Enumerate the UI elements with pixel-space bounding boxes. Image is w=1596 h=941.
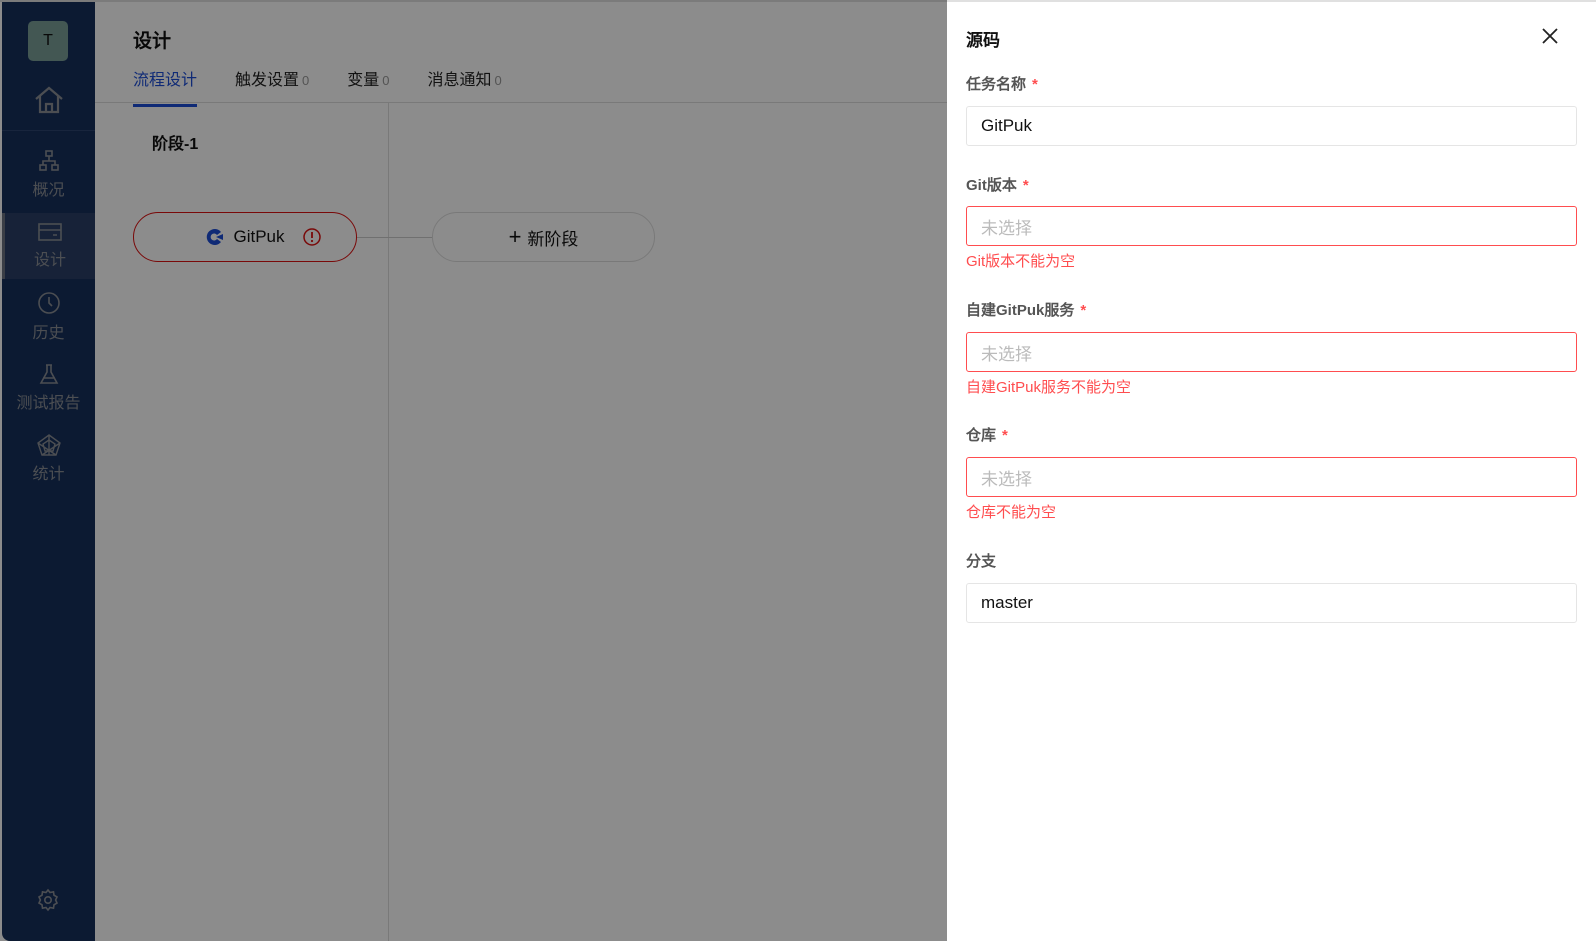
field-label-gitpuk-server: 自建GitPuk服务 * (966, 299, 1086, 320)
required-mark: * (1002, 427, 1008, 444)
modal-mask[interactable] (0, 0, 947, 941)
label-text: 任务名称 (966, 76, 1027, 93)
source-drawer: 源码 任务名称 * GitPuk Git版本 * 未选择 Git版本不能为空 自建G… (947, 2, 1596, 941)
field-label-branch: 分支 (966, 550, 996, 571)
label-text: Git版本 (966, 177, 1017, 194)
gitpuk-server-select[interactable]: 未选择 (966, 332, 1577, 372)
label-text: 仓库 (966, 427, 997, 444)
required-mark: * (1080, 302, 1087, 319)
repository-select[interactable]: 未选择 (966, 457, 1577, 497)
field-label-repository: 仓库 * (966, 424, 1008, 445)
required-mark: * (1032, 76, 1038, 93)
repository-error: 仓库不能为空 (966, 504, 1057, 521)
field-label-task-name: 任务名称 * (966, 73, 1038, 94)
task-name-input[interactable]: GitPuk (966, 106, 1577, 146)
close-icon[interactable] (1540, 26, 1560, 46)
label-text: 自建GitPuk服务 (966, 302, 1075, 319)
drawer-title: 源码 (966, 31, 1000, 50)
label-text: 分支 (966, 553, 997, 570)
required-mark: * (1022, 177, 1029, 194)
branch-input[interactable]: master (966, 583, 1577, 623)
gitpuk-server-error: 自建GitPuk服务不能为空 (966, 379, 1132, 396)
git-version-error: Git版本不能为空 (966, 253, 1076, 270)
field-label-git-version: Git版本 * (966, 174, 1029, 195)
git-version-select[interactable]: 未选择 (966, 206, 1577, 246)
